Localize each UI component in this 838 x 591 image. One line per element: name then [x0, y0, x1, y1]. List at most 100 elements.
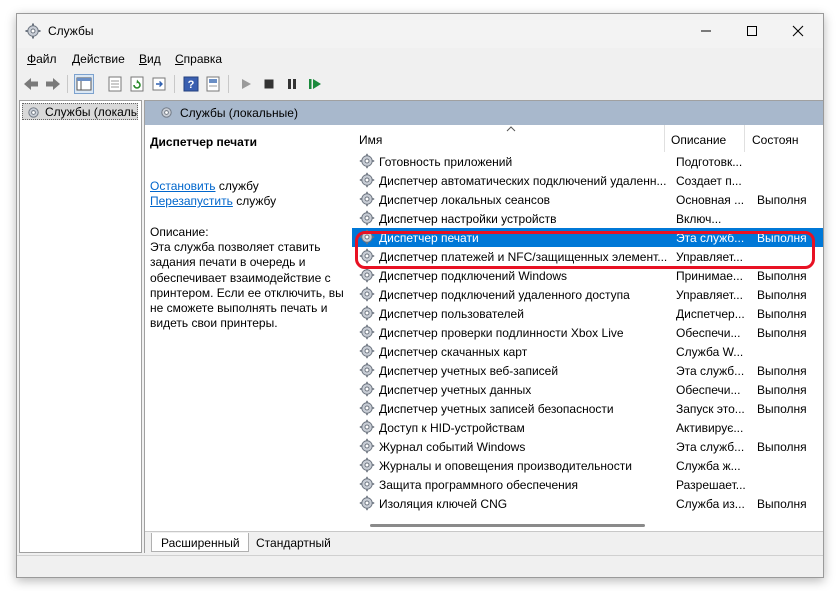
- service-gear-icon: [359, 210, 375, 226]
- help-button[interactable]: ?: [181, 74, 201, 94]
- stop-action: Остановить службу: [150, 179, 259, 193]
- tab-extended[interactable]: Расширенный: [151, 533, 249, 552]
- window-title: Службы: [48, 24, 94, 38]
- service-row[interactable]: Диспетчер автоматических подключений уда…: [352, 171, 823, 190]
- list-scrollbar-thumb[interactable]: [370, 524, 645, 527]
- start-service-button[interactable]: [236, 74, 256, 94]
- menu-file[interactable]: Файл: [27, 52, 57, 66]
- service-row[interactable]: Диспетчер пользователей Диспетчер... Выпол…: [352, 304, 823, 323]
- service-status-cell: Выполня: [757, 326, 807, 340]
- service-status-cell: Выполня: [757, 383, 807, 397]
- maximize-icon: [747, 26, 757, 36]
- properties-button[interactable]: [105, 74, 125, 94]
- forward-button[interactable]: [43, 74, 63, 94]
- menu-bar: Файл Действие Вид Справка: [17, 48, 823, 70]
- service-row[interactable]: Диспетчер настройки устройств Включ...: [352, 209, 823, 228]
- menu-help-label: правка: [183, 52, 223, 66]
- menu-help-accel: С: [175, 52, 184, 66]
- toolbar-separator: [228, 75, 229, 93]
- service-row[interactable]: Диспетчер локальных сеансов Основная ... В…: [352, 190, 823, 209]
- service-row[interactable]: Защита программного обеспечения Разрешает…: [352, 475, 823, 494]
- service-gear-icon: [359, 267, 375, 283]
- service-name: Диспетчер скачанных карт: [379, 345, 528, 359]
- back-arrow-icon: [24, 78, 38, 90]
- menu-view[interactable]: Вид: [139, 52, 161, 66]
- refresh-button[interactable]: [127, 74, 147, 94]
- service-gear-icon: [359, 495, 375, 511]
- service-row[interactable]: Журнал событий Windows Эта служб... Выполн…: [352, 437, 823, 456]
- view-button[interactable]: [203, 74, 223, 94]
- description-label: Описание:: [150, 225, 209, 239]
- service-row[interactable]: Диспетчер проверки подлинности Xbox Live…: [352, 323, 823, 342]
- stop-service-button[interactable]: [259, 74, 279, 94]
- service-name: Готовность приложений: [379, 155, 513, 169]
- service-status-cell: Выполня: [757, 402, 807, 416]
- close-button[interactable]: [775, 14, 821, 48]
- column-header-status[interactable]: Состоян: [745, 125, 823, 152]
- service-description-cell: Создает п...: [676, 174, 742, 188]
- restart-action: Перезапустить службу: [150, 194, 276, 208]
- service-description-cell: Обеспечи...: [676, 326, 741, 340]
- stop-service-link[interactable]: Остановить: [150, 179, 216, 193]
- show-console-tree-button[interactable]: [74, 74, 94, 94]
- back-button[interactable]: [21, 74, 41, 94]
- toolbar: ?: [17, 70, 823, 98]
- tree-item-services-local[interactable]: Службы (локальны: [22, 103, 138, 120]
- list-horizontal-scrollbar[interactable]: [352, 520, 823, 530]
- service-description: Описание: Эта служба позволяет ставить з…: [150, 225, 355, 331]
- service-row[interactable]: Изоляция ключей CNG Служба из... Выполня: [352, 494, 823, 513]
- restart-service-button[interactable]: [305, 74, 325, 94]
- service-row[interactable]: Диспетчер учетных веб-записей Эта служб..…: [352, 361, 823, 380]
- service-row[interactable]: Готовность приложений Подготовк...: [352, 152, 823, 171]
- help-icon: ?: [183, 76, 199, 92]
- service-row[interactable]: Журналы и оповещения производительности С…: [352, 456, 823, 475]
- stop-icon: [264, 79, 274, 89]
- restart-icon: [309, 79, 321, 89]
- export-list-button[interactable]: [149, 74, 169, 94]
- pause-icon: [288, 79, 296, 89]
- svg-text:?: ?: [188, 79, 195, 91]
- column-header-name[interactable]: Имя: [352, 125, 665, 152]
- services-gear-icon: [28, 107, 39, 118]
- service-description-cell: Служба ж...: [676, 459, 741, 473]
- service-status-cell: Выполня: [757, 288, 807, 302]
- restart-service-link[interactable]: Перезапустить: [150, 194, 233, 208]
- service-description-cell: Эта служб...: [676, 440, 745, 454]
- menu-action[interactable]: Действие: [72, 52, 125, 66]
- pause-service-button[interactable]: [282, 74, 302, 94]
- service-gear-icon: [359, 419, 375, 435]
- menu-help[interactable]: Справка: [175, 52, 222, 66]
- forward-arrow-icon: [46, 78, 60, 90]
- description-text: Эта служба позволяет ставить задания печ…: [150, 240, 344, 331]
- service-name: Диспетчер учетных данных: [379, 383, 532, 397]
- service-name: Журнал событий Windows: [379, 440, 526, 454]
- column-header-description[interactable]: Описание: [664, 125, 745, 152]
- services-list[interactable]: Имя Описание Состоян Готовность приложен…: [352, 125, 823, 520]
- pane-header: Службы (локальные): [145, 101, 823, 125]
- service-gear-icon: [359, 172, 375, 188]
- highlight-annotation: [355, 231, 815, 269]
- close-icon: [792, 25, 804, 37]
- service-row[interactable]: Диспетчер скачанных карт Служба W...: [352, 342, 823, 361]
- tab-extended-label: Расширенный: [161, 536, 240, 550]
- toolbar-separator: [174, 75, 175, 93]
- service-gear-icon: [359, 286, 375, 302]
- service-name: Диспетчер проверки подлинности Xbox Live: [379, 326, 624, 340]
- service-name: Диспетчер локальных сеансов: [379, 193, 551, 207]
- service-description-cell: Эта служб...: [676, 364, 745, 378]
- menu-action-accel: Д: [72, 52, 81, 66]
- service-row[interactable]: Доступ к HID-устройствам Активирує...: [352, 418, 823, 437]
- maximize-button[interactable]: [729, 14, 775, 48]
- service-name: Диспетчер пользователей: [379, 307, 524, 321]
- service-row[interactable]: Диспетчер учетных записей безопасности За…: [352, 399, 823, 418]
- tab-standard[interactable]: Стандартный: [247, 533, 343, 551]
- service-row[interactable]: Диспетчер учетных данных Обеспечи... Выпол…: [352, 380, 823, 399]
- minimize-button[interactable]: [683, 14, 729, 48]
- console-tree-icon: [76, 77, 92, 91]
- service-status-cell: Выполня: [757, 269, 807, 283]
- service-status-cell: Выполня: [757, 193, 807, 207]
- service-status-cell: Выполня: [757, 440, 807, 454]
- services-window: Службы Файл Действие Вид Справка ? Служб…: [16, 13, 824, 578]
- service-row[interactable]: Диспетчер подключений удаленного доступа…: [352, 285, 823, 304]
- service-gear-icon: [359, 191, 375, 207]
